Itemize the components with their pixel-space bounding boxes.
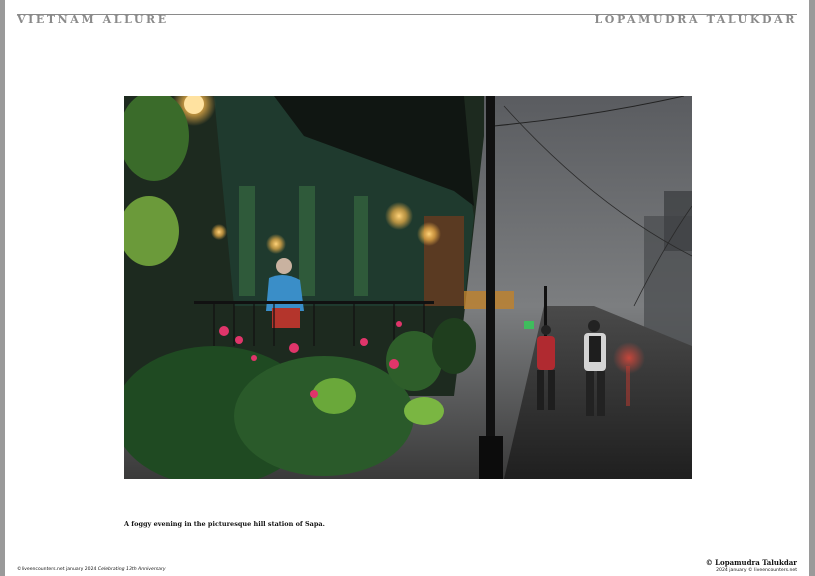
photo-caption: A foggy evening in the picturesque hill … xyxy=(124,520,325,528)
author-title: LOPAMUDRA TALUKDAR xyxy=(594,13,797,26)
footer-anniversary: Celebrating 13th Anniversary xyxy=(97,567,166,572)
footer-copyright: © Lopamudra Talukdar 2024 january © live… xyxy=(706,558,797,573)
photo-foggy-street xyxy=(124,96,692,479)
copyright-name: © Lopamudra Talukdar xyxy=(705,558,797,567)
magazine-page: VIETNAM ALLURE LOPAMUDRA TALUKDAR A fogg… xyxy=(5,0,809,576)
footer-site: ©liveencounters.net january 2024 xyxy=(17,567,97,572)
footer-credit: ©liveencounters.net january 2024 Celebra… xyxy=(17,567,166,572)
section-title: VIETNAM ALLURE xyxy=(17,13,169,26)
copyright-sub: 2024 january © liveencounters.net xyxy=(716,568,797,573)
